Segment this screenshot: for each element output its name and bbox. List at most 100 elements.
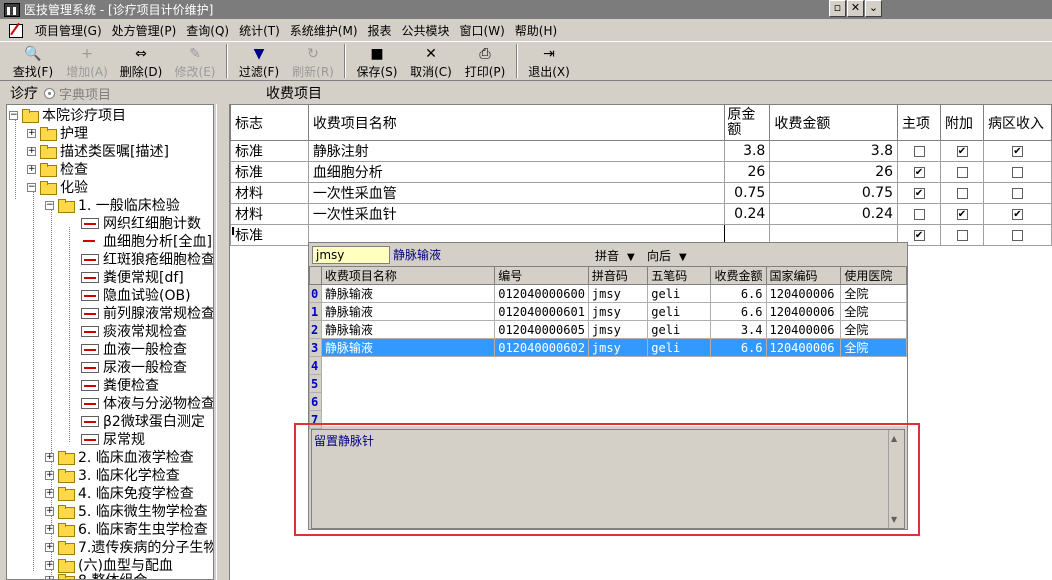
tree-node[interactable]: +5. 临床微生物学检查 [45,502,208,520]
tree-node[interactable]: + 护理 [27,124,88,142]
ward-checkbox[interactable]: ✔ [1011,145,1023,157]
cell-name[interactable]: 静脉注射 [307,140,726,162]
tree-leaf[interactable]: 粪便常规[df] [81,268,184,286]
document-icon[interactable] [8,22,24,38]
menu-public[interactable]: 公共模块 [397,22,455,39]
lookup-cell-hospital[interactable]: 全院 [840,302,907,321]
cell-amount[interactable]: 3.8 [769,140,899,162]
menu-project[interactable]: 项目管理(G) [30,22,107,39]
extra-checkbox[interactable]: ✔ [956,145,968,157]
lookup-col-code[interactable]: 编号 [494,266,589,285]
expand-icon[interactable]: + [45,542,54,552]
edit-button[interactable]: ✎ 修改(E) [168,42,222,80]
lookup-grid[interactable]: 收费项目名称 编号 拼音码 五笔码 收费金额 国家编码 使用医院 0 静脉输液 … [309,266,907,429]
tree-node[interactable]: +4. 临床免疫学检查 [45,484,194,502]
lookup-cell-national-code[interactable]: 120400006 [765,320,842,339]
ime-pinyin-dropdown[interactable]: 拼音 ▼ [595,247,635,264]
lookup-col-national-code[interactable]: 国家编码 [765,266,842,285]
exit-button[interactable]: ⇥ 退出(X) [522,42,576,80]
lookup-row-empty[interactable]: 4 [309,356,907,375]
tree-leaf[interactable]: 血液一般检查 [81,340,187,358]
tree-leaf[interactable]: 尿常规 [81,430,145,448]
lookup-cell-pinyin[interactable]: jmsy [587,320,649,339]
lookup-cell-amount[interactable]: 6.6 [710,284,767,303]
col-ward-income[interactable]: 病区收入 [982,104,1052,141]
lookup-cell-code[interactable]: 012040000605 [494,320,589,339]
expand-icon[interactable]: + [27,146,36,156]
print-button[interactable]: ⎙ 打印(P) [458,42,512,80]
lookup-cell-wubi[interactable]: geli [647,338,712,357]
cancel-button[interactable]: ✕ 取消(C) [404,42,458,80]
search-input[interactable]: jmsy [312,246,390,264]
tree-node[interactable]: − 化验 [27,178,88,196]
extra-checkbox[interactable]: ✔ [956,208,968,220]
lookup-cell-amount[interactable]: 6.6 [710,302,767,321]
table-row[interactable]: 材料 一次性采血针 0.24 0.24 ✔ ✔ [230,203,1052,225]
dictionary-radio[interactable] [44,87,55,99]
cell-orig[interactable]: 0.24 [724,203,771,225]
lookup-row-empty[interactable]: 5 [309,374,907,393]
tree-root[interactable]: − 本院诊疗项目 [9,106,126,124]
tree-node[interactable]: +7.遗传疾病的分子生物学 [45,538,213,556]
lookup-col-pinyin[interactable]: 拼音码 [587,266,649,285]
lookup-cell-amount[interactable]: 6.6 [710,338,767,357]
table-row[interactable]: 标准 血细胞分析 26 26 ✔ [230,161,1052,183]
main-checkbox[interactable] [913,208,925,220]
dropdown-button[interactable]: ⌄ [865,0,882,17]
tree-node[interactable]: + 描述类医嘱[描述] [27,142,169,160]
cell-name[interactable]: 血细胞分析 [307,161,726,183]
expand-icon[interactable]: + [45,470,54,480]
ward-checkbox[interactable]: ✔ [1011,208,1023,220]
restore-button[interactable]: ▫ [829,0,846,17]
cell-orig[interactable]: 0.75 [724,182,771,204]
extra-checkbox[interactable] [956,187,968,199]
item-tree[interactable]: − 本院诊疗项目 + 护理 + 描述类医嘱[描述] + 检查 − 化验 − 1.… [6,104,214,580]
tree-node[interactable]: + 检查 [27,160,88,178]
expand-icon[interactable]: + [45,488,54,498]
expand-icon[interactable]: + [45,452,54,462]
tree-leaf[interactable]: 血细胞分析[全血] [81,232,212,250]
tree-node[interactable]: +6. 临床寄生虫学检查 [45,520,208,538]
tree-node[interactable]: +8.整体组合 [45,571,147,579]
col-main[interactable]: 主项 [897,104,942,141]
main-checkbox[interactable] [913,145,925,157]
tree-node[interactable]: +3. 临床化学检查 [45,466,180,484]
lookup-cell-wubi[interactable]: geli [647,320,712,339]
ward-checkbox[interactable] [1011,187,1023,199]
expand-icon[interactable]: + [45,575,54,579]
expand-icon[interactable]: + [27,164,36,174]
tree-leaf[interactable]: 网织红细胞计数 [81,214,201,232]
lookup-cell-wubi[interactable]: geli [647,302,712,321]
lookup-cell-wubi[interactable]: geli [647,284,712,303]
main-checkbox[interactable]: ✔ [913,187,925,199]
cell-flag[interactable]: 材料 [230,182,309,204]
cell-flag[interactable]: 材料 [230,203,309,225]
extra-checkbox[interactable] [956,166,968,178]
ward-checkbox[interactable] [1011,229,1023,241]
tree-leaf[interactable]: 红斑狼疮细胞检查 [81,250,213,268]
lookup-col-name[interactable]: 收费项目名称 [320,266,496,285]
cell-orig[interactable]: 3.8 [724,140,771,162]
cell-orig[interactable]: 26 [724,161,771,183]
lookup-cell-pinyin[interactable]: jmsy [587,284,649,303]
lookup-cell-code[interactable]: 012040000602 [494,338,589,357]
lookup-cell-name[interactable]: 静脉输液 [320,284,496,303]
lookup-cell-pinyin[interactable]: jmsy [587,302,649,321]
close-button[interactable]: ✕ [847,0,864,17]
lookup-cell-amount[interactable]: 3.4 [710,320,767,339]
lookup-cell-code[interactable]: 012040000601 [494,302,589,321]
col-flag[interactable]: 标志 [230,104,309,141]
lookup-row-empty[interactable]: 6 [309,392,907,411]
table-row[interactable]: 标准 静脉注射 3.8 3.8 ✔ ✔ [230,140,1052,162]
lookup-cell-hospital[interactable]: 全院 [840,338,907,357]
lookup-row[interactable]: 1 静脉输液 012040000601 jmsy geli 6.6 120400… [309,302,907,321]
expand-icon[interactable]: + [27,128,36,138]
menu-statistics[interactable]: 统计(T) [234,22,285,39]
lookup-cell-national-code[interactable]: 120400006 [765,338,842,357]
cell-amount[interactable]: 0.24 [769,203,899,225]
lookup-col-wubi[interactable]: 五笔码 [647,266,712,285]
tree-leaf[interactable]: β2微球蛋白测定 [81,412,205,430]
menu-reports[interactable]: 报表 [363,22,397,39]
lookup-row[interactable]: 2 静脉输液 012040000605 jmsy geli 3.4 120400… [309,320,907,339]
lookup-cell-national-code[interactable]: 120400006 [765,284,842,303]
